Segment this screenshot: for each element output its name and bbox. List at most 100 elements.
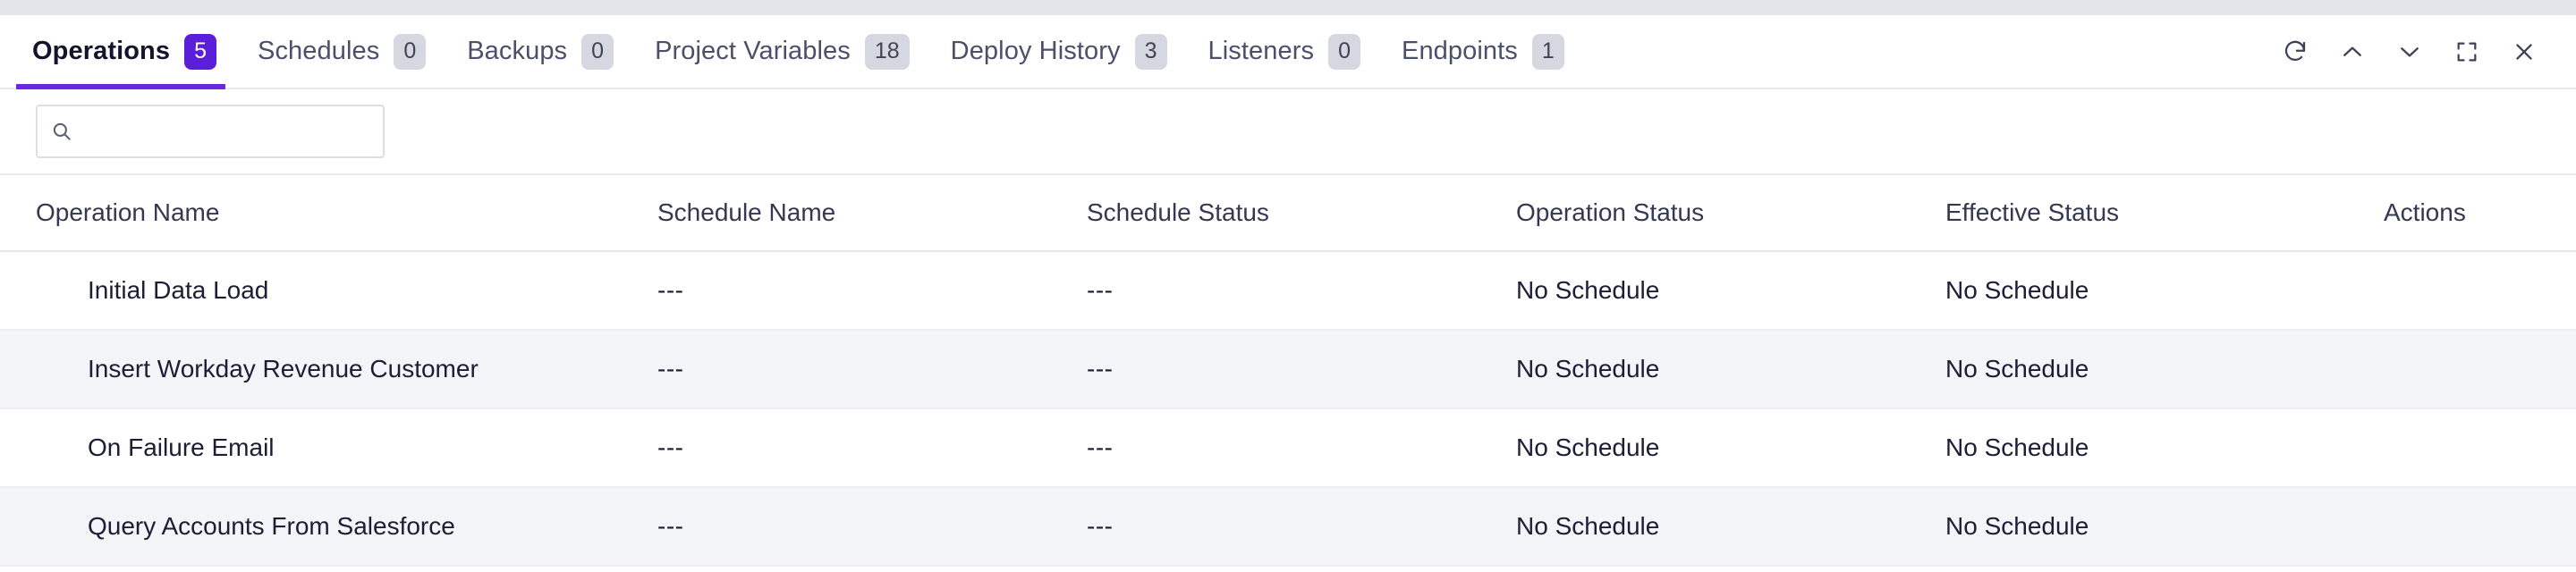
- cell-effective-status: No Schedule: [1945, 276, 2384, 305]
- cell-schedule-status-text: ---: [1087, 276, 1114, 304]
- fullscreen-icon: [2454, 39, 2479, 64]
- column-header-operation-name[interactable]: Operation Name: [0, 198, 657, 227]
- window-controls: [2267, 23, 2576, 80]
- cell-operation-status: No Schedule: [1516, 512, 1945, 541]
- cell-effective-status-text: No Schedule: [1945, 355, 2089, 383]
- cell-effective-status-text: No Schedule: [1945, 433, 2089, 461]
- header-label: Operation Name: [36, 198, 220, 226]
- header-label: Effective Status: [1945, 198, 2120, 226]
- table-row[interactable]: On Failure Email --- --- No Schedule No Sche…: [0, 409, 2576, 488]
- column-header-schedule-name[interactable]: Schedule Name: [657, 198, 1087, 227]
- chevron-down-icon: [2396, 38, 2423, 65]
- cell-operation-status-text: No Schedule: [1516, 355, 1660, 383]
- cell-operation-status: No Schedule: [1516, 276, 1945, 305]
- tab-operations[interactable]: Operations 5: [16, 15, 242, 89]
- tab-label: Backups: [467, 37, 568, 65]
- tab-badge-count: 5: [184, 33, 216, 70]
- header-label: Actions: [2384, 198, 2466, 226]
- cell-operation-status-text: No Schedule: [1516, 512, 1660, 540]
- table-body: Initial Data Load --- --- No Schedule No Sch…: [0, 252, 2576, 567]
- tab-label: Operations: [32, 37, 171, 65]
- table-header-row: Operation Name Schedule Name Schedule St…: [0, 175, 2576, 252]
- search-icon: [50, 120, 73, 143]
- column-header-operation-status[interactable]: Operation Status: [1516, 198, 1945, 227]
- operations-table: Operation Name Schedule Name Schedule St…: [0, 175, 2576, 572]
- cell-effective-status: No Schedule: [1945, 433, 2384, 462]
- cell-operation-status: No Schedule: [1516, 355, 1945, 383]
- tab-label: Schedules: [258, 37, 380, 65]
- cell-operation-name: Query Accounts From Salesforce: [0, 512, 657, 541]
- tab-list: Operations 5 Schedules 0 Backups 0 Project Var…: [0, 15, 1589, 89]
- cell-schedule-status: ---: [1087, 433, 1516, 462]
- tab-project-variables[interactable]: Project Variables 18: [639, 15, 935, 88]
- column-header-actions: Actions: [2384, 198, 2576, 227]
- table-row[interactable]: Insert Workday Revenue Customer --- --- No …: [0, 331, 2576, 409]
- cell-operation-name: Initial Data Load: [0, 276, 657, 305]
- cell-schedule-name: ---: [657, 276, 1087, 305]
- cell-operation-name: Insert Workday Revenue Customer: [0, 355, 657, 383]
- column-header-effective-status[interactable]: Effective Status: [1945, 198, 2384, 227]
- cell-operation-name-text: Insert Workday Revenue Customer: [88, 355, 479, 383]
- cell-schedule-name-text: ---: [657, 276, 684, 304]
- operations-panel: Operations 5 Schedules 0 Backups 0 Project Var…: [0, 0, 2576, 572]
- close-button[interactable]: [2496, 23, 2553, 80]
- collapse-button[interactable]: [2324, 23, 2381, 80]
- tab-schedules[interactable]: Schedules 0: [242, 15, 451, 88]
- cell-effective-status: No Schedule: [1945, 355, 2384, 383]
- tab-endpoints[interactable]: Endpoints 1: [1385, 15, 1589, 88]
- tab-bar: Operations 5 Schedules 0 Backups 0 Project Var…: [0, 15, 2576, 89]
- cell-schedule-name-text: ---: [657, 433, 684, 461]
- search-row: [0, 89, 2576, 175]
- tab-label: Deploy History: [950, 37, 1121, 65]
- tab-label: Endpoints: [1402, 37, 1518, 65]
- tab-badge-count: 0: [394, 33, 427, 70]
- tab-label: Listeners: [1208, 37, 1315, 65]
- active-tab-indicator: [16, 84, 225, 89]
- cell-schedule-status: ---: [1087, 512, 1516, 541]
- cell-schedule-status: ---: [1087, 355, 1516, 383]
- tab-badge-count: 0: [1328, 33, 1361, 70]
- cell-operation-status-text: No Schedule: [1516, 276, 1660, 304]
- cell-effective-status-text: No Schedule: [1945, 276, 2089, 304]
- cell-schedule-name: ---: [657, 512, 1087, 541]
- cell-effective-status: No Schedule: [1945, 512, 2384, 541]
- cell-operation-status-text: No Schedule: [1516, 433, 1660, 461]
- tab-badge-count: 3: [1134, 33, 1167, 70]
- cell-operation-name-text: On Failure Email: [88, 433, 275, 461]
- cell-schedule-name: ---: [657, 433, 1087, 462]
- cell-operation-name-text: Initial Data Load: [88, 276, 269, 304]
- cell-schedule-status-text: ---: [1087, 512, 1114, 540]
- search-box[interactable]: [36, 105, 385, 158]
- tab-badge-count: 0: [581, 33, 614, 70]
- chevron-up-icon: [2339, 38, 2366, 65]
- table-row[interactable]: Query Accounts From Salesforce --- --- No S…: [0, 488, 2576, 567]
- expand-button[interactable]: [2381, 23, 2438, 80]
- tab-backups[interactable]: Backups 0: [451, 15, 639, 88]
- tab-badge-count: 1: [1531, 33, 1564, 70]
- close-icon: [2512, 39, 2537, 64]
- tab-badge-count: 18: [864, 33, 910, 70]
- cell-schedule-name: ---: [657, 355, 1087, 383]
- tab-deploy-history[interactable]: Deploy History 3: [935, 15, 1192, 88]
- cell-operation-name-text: Query Accounts From Salesforce: [88, 512, 455, 540]
- header-label: Schedule Name: [657, 198, 836, 226]
- cell-schedule-status-text: ---: [1087, 355, 1114, 383]
- cell-schedule-name-text: ---: [657, 355, 684, 383]
- tab-label: Project Variables: [655, 37, 851, 65]
- window-top-strip: [0, 0, 2576, 15]
- refresh-icon: [2282, 38, 2309, 65]
- column-header-schedule-status[interactable]: Schedule Status: [1087, 198, 1516, 227]
- search-input[interactable]: [80, 106, 370, 156]
- header-label: Operation Status: [1516, 198, 1705, 226]
- cell-schedule-name-text: ---: [657, 512, 684, 540]
- header-label: Schedule Status: [1087, 198, 1269, 226]
- tab-listeners[interactable]: Listeners 0: [1192, 15, 1385, 88]
- maximize-button[interactable]: [2438, 23, 2496, 80]
- refresh-button[interactable]: [2267, 23, 2324, 80]
- cell-effective-status-text: No Schedule: [1945, 512, 2089, 540]
- cell-schedule-status-text: ---: [1087, 433, 1114, 461]
- table-row[interactable]: Initial Data Load --- --- No Schedule No Sch…: [0, 252, 2576, 331]
- cell-schedule-status: ---: [1087, 276, 1516, 305]
- cell-operation-status: No Schedule: [1516, 433, 1945, 462]
- cell-operation-name: On Failure Email: [0, 433, 657, 462]
